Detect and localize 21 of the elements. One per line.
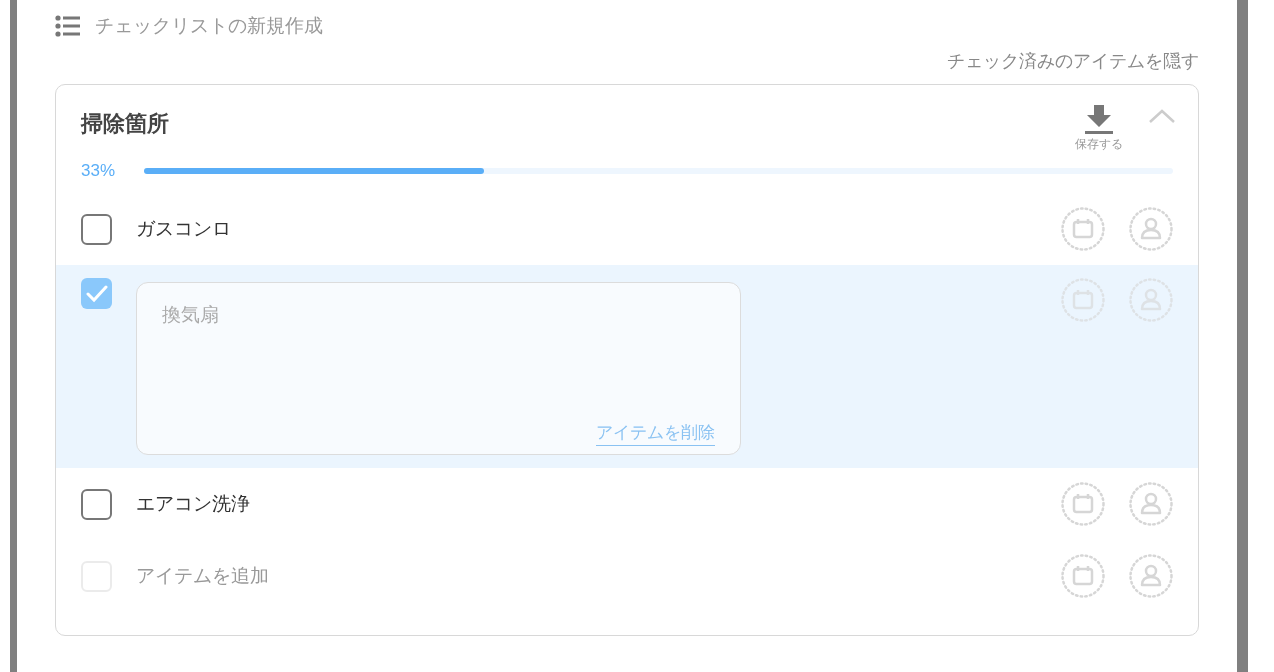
checkbox[interactable] xyxy=(81,278,112,309)
checkbox[interactable] xyxy=(81,213,112,245)
checklist-title: 掃除箇所 xyxy=(81,110,169,138)
save-button[interactable]: 保存する xyxy=(1071,101,1127,151)
calendar-icon[interactable] xyxy=(1061,278,1105,322)
delete-item-link[interactable]: アイテムを削除 xyxy=(596,419,715,446)
item-label[interactable]: ガスコンロ xyxy=(136,214,231,244)
calendar-icon[interactable] xyxy=(1061,482,1105,526)
person-icon[interactable] xyxy=(1129,554,1173,598)
list-icon xyxy=(55,15,81,37)
item-label[interactable]: エアコン洗浄 xyxy=(136,489,250,519)
person-icon[interactable] xyxy=(1129,207,1173,251)
page-title: チェックリストの新規作成 xyxy=(95,13,323,38)
calendar-icon[interactable] xyxy=(1061,207,1105,251)
checkbox[interactable] xyxy=(81,488,112,520)
hide-checked-link[interactable]: チェック済みのアイテムを隠す xyxy=(947,47,1199,75)
progress-percent: 33% xyxy=(81,160,117,183)
item-text-area[interactable]: 換気扇 アイテムを削除 xyxy=(136,282,741,455)
calendar-icon[interactable] xyxy=(1061,554,1105,598)
person-icon[interactable] xyxy=(1129,482,1173,526)
person-icon[interactable] xyxy=(1129,278,1173,322)
